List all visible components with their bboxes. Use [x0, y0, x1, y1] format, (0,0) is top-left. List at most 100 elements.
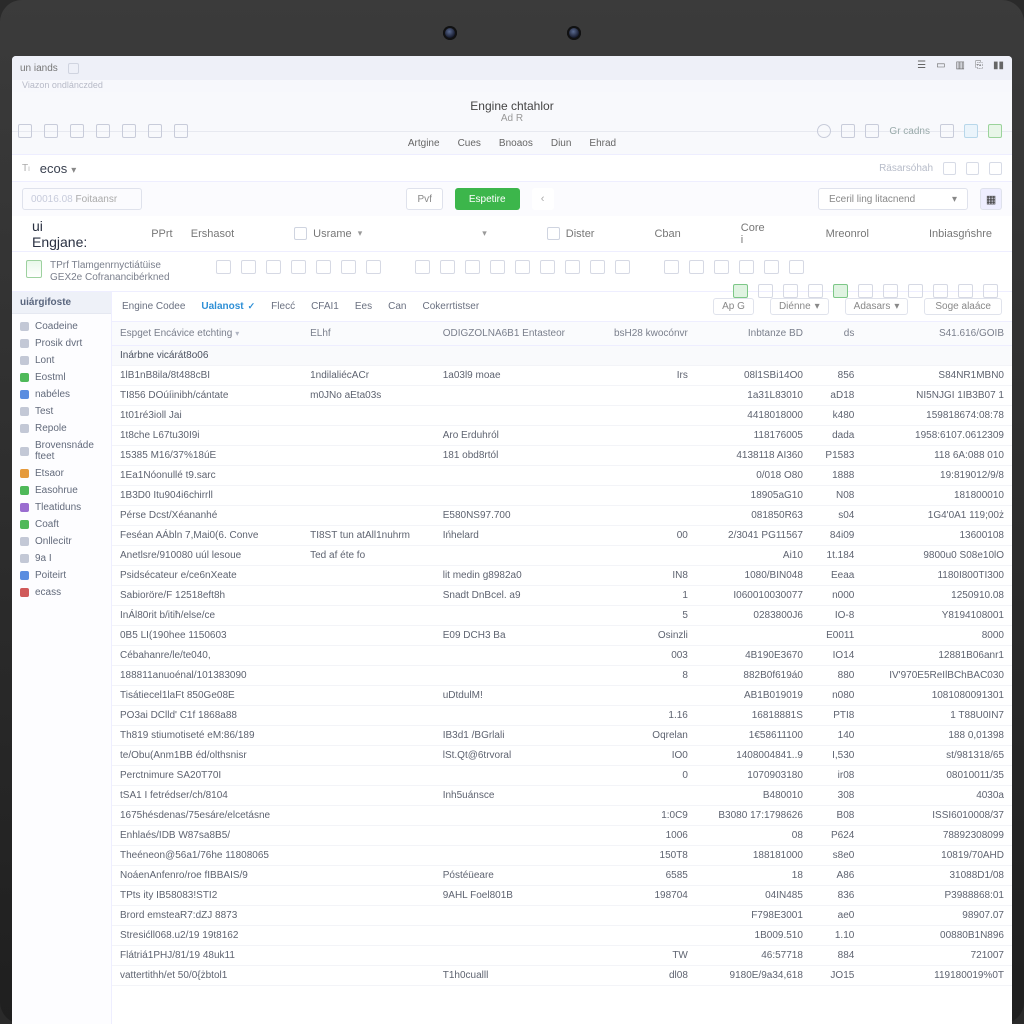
toolbar-icon[interactable]	[490, 260, 505, 274]
sidebar-item[interactable]: Lont	[12, 352, 111, 369]
tab-dropdown[interactable]: Diénne ▾	[770, 298, 829, 315]
column-header[interactable]: Espget Encávice etchting▾	[112, 322, 302, 346]
table-row[interactable]: Enhlaés/IDB W87sa8B5/100608P624788923080…	[112, 826, 1012, 846]
tab[interactable]: Ualanost✓	[201, 301, 255, 312]
action-icon[interactable]	[989, 162, 1002, 175]
tool-icon[interactable]	[18, 124, 32, 138]
tab-dropdown[interactable]: Adasars ▾	[845, 298, 909, 315]
tool-icon[interactable]	[44, 124, 58, 138]
tab[interactable]: Engine Codee	[122, 301, 185, 312]
toolbar-icon[interactable]	[664, 260, 679, 274]
table-row[interactable]: Pérse Dcst/XéananhéE580NS97.700081850R63…	[112, 506, 1012, 526]
sidebar-item[interactable]: Etsaor	[12, 465, 111, 482]
toolbar-icon[interactable]	[341, 260, 356, 274]
column-header[interactable]: ODIGZOLNA6B1 Entasteor	[435, 322, 593, 346]
sidebar-item[interactable]: Test	[12, 403, 111, 420]
search-input[interactable]: 00016.08 Foitaansr	[22, 188, 142, 210]
column-header[interactable]: ds	[811, 322, 862, 346]
tool-icon[interactable]	[174, 124, 188, 138]
table-row[interactable]: 15385 M16/37%18úE181 obd8rtól4138118 AI3…	[112, 446, 1012, 466]
table-row[interactable]: 1Ea1Nóonullé t9.sarc0/018 O80188819:8190…	[112, 466, 1012, 486]
toolbar-icon[interactable]	[565, 260, 580, 274]
toolbar-icon[interactable]	[689, 260, 704, 274]
table-row[interactable]: vattertithh/et 50/0{żbtol1T1h0cuallldl08…	[112, 966, 1012, 986]
panel-field[interactable]: Mreonrol	[826, 228, 869, 240]
panel-field[interactable]: Cban	[654, 228, 680, 240]
toolbar-icon[interactable]	[291, 260, 306, 274]
mail-icon[interactable]	[964, 124, 978, 138]
menu-item[interactable]: Artgine	[408, 138, 440, 149]
tool-icon[interactable]	[122, 124, 136, 138]
column-header[interactable]: ELhf	[302, 322, 435, 346]
refresh-icon[interactable]	[988, 124, 1002, 138]
sidebar-item[interactable]: Eostml	[12, 369, 111, 386]
tab-action-button[interactable]: Soge alaáce	[924, 298, 1002, 315]
star-icon[interactable]	[841, 124, 855, 138]
table-row[interactable]: Psidsécateur e/ce6nXeatelit medin g8982a…	[112, 566, 1012, 586]
panel-field[interactable]: Dister	[547, 227, 595, 240]
table-row[interactable]: 1lB1nB8ila/8t488cBI1ndilaliécACr1a03l9 m…	[112, 366, 1012, 386]
play-icon[interactable]	[940, 124, 954, 138]
column-header[interactable]: bsH28 kwocónvr	[593, 322, 696, 346]
tool-icon[interactable]	[148, 124, 162, 138]
tab-search-input[interactable]: Ap G	[713, 298, 754, 315]
note-icon[interactable]	[865, 124, 879, 138]
panel-field[interactable]: Usrame▾	[294, 227, 362, 240]
clock-icon[interactable]	[817, 124, 831, 138]
column-header[interactable]: Inbtanze BD	[696, 322, 811, 346]
toolbar-icon[interactable]	[590, 260, 605, 274]
sidebar-item[interactable]: Coadeine	[12, 318, 111, 335]
table-row[interactable]: Flátriá1PHJ/81/19 48uk11TW46:57718884721…	[112, 946, 1012, 966]
toolbar-icon[interactable]	[540, 260, 555, 274]
sidebar-item[interactable]: Easohrue	[12, 482, 111, 499]
table-row[interactable]: Theéneon@56a1/76he 11808065150T818818100…	[112, 846, 1012, 866]
menu-item[interactable]: Diun	[551, 138, 572, 149]
breadcrumb[interactable]: ecos▾	[40, 161, 77, 176]
toolbar-icon[interactable]	[789, 260, 804, 274]
toolbar-icon[interactable]	[366, 260, 381, 274]
sidebar-item[interactable]: Tleatiduns	[12, 499, 111, 516]
sidebar-item[interactable]: Brovensnáde fteet	[12, 437, 111, 465]
panel-field[interactable]: Core i	[741, 222, 766, 246]
table-row[interactable]: 1t8che L67tu30I9iAro Erduhról118176005da…	[112, 426, 1012, 446]
toolbar-icon[interactable]	[465, 260, 480, 274]
panel-field[interactable]: ▾	[482, 228, 487, 239]
toolbar-icon[interactable]	[764, 260, 779, 274]
table-row[interactable]: Anetlsre/910080 uúl lesoueTed af éte foA…	[112, 546, 1012, 566]
filter-pill-button[interactable]: Pvf	[406, 188, 442, 210]
tool-icon[interactable]	[96, 124, 110, 138]
primary-action-button[interactable]: Espetire	[455, 188, 520, 210]
table-row[interactable]: Stresićll068.u2/19 19t81621B009.5101.100…	[112, 926, 1012, 946]
sidebar-item[interactable]: Onllecitr	[12, 533, 111, 550]
toolbar-icon[interactable]	[440, 260, 455, 274]
toolbar-icon[interactable]	[216, 260, 231, 274]
panel-field[interactable]: PPrt Ershasot	[151, 228, 234, 240]
toolbar-icon[interactable]	[415, 260, 430, 274]
sidebar-item[interactable]: Prosik dvrt	[12, 335, 111, 352]
table-row[interactable]: PO3ai DClld' C1f 1868a881.1616818881SPTI…	[112, 706, 1012, 726]
table-row[interactable]: Perctnimure SA20T70I01070903180ir0808010…	[112, 766, 1012, 786]
right-dropdown[interactable]: Eceril ling litacnend▾	[818, 188, 968, 210]
tab[interactable]: CFAI1	[311, 301, 339, 312]
toolbar-icon[interactable]	[515, 260, 530, 274]
table-row[interactable]: Brord emsteaR7:dZJ 8873F798E3001ae098907…	[112, 906, 1012, 926]
sidebar-item[interactable]: 9a I	[12, 550, 111, 567]
table-row[interactable]: 1675hésdenas/75esáre/elcetásne1:0C9B3080…	[112, 806, 1012, 826]
toolbar-icon[interactable]	[316, 260, 331, 274]
sidebar-item[interactable]: Poiteirt	[12, 567, 111, 584]
tab[interactable]: Can	[388, 301, 406, 312]
table-row[interactable]: Cébahanre/le/te040, 0034B190E3670IO14128…	[112, 646, 1012, 666]
action-icon[interactable]	[966, 162, 979, 175]
table-row[interactable]: 188811anuoénal/1013830908882B0f619á0880I…	[112, 666, 1012, 686]
toolbar-icon[interactable]	[714, 260, 729, 274]
table-row[interactable]: tSA1 I fetrédser/ch/8104Inh5uánsceB48001…	[112, 786, 1012, 806]
sidebar-item[interactable]: Repole	[12, 420, 111, 437]
sidebar-item[interactable]: ecass	[12, 584, 111, 601]
tab[interactable]: Ees	[355, 301, 372, 312]
table-row[interactable]: TI856 DOúíinibh/cántatem0JNo aEta03s1a31…	[112, 386, 1012, 406]
table-row[interactable]: Sabioröre/F 12518eft8hSnadt DnBcel. a91I…	[112, 586, 1012, 606]
action-icon[interactable]	[943, 162, 956, 175]
toolbar-icon[interactable]	[241, 260, 256, 274]
toolbar-icon[interactable]	[266, 260, 281, 274]
panel-field[interactable]: Inbiasgńshre	[929, 228, 992, 240]
